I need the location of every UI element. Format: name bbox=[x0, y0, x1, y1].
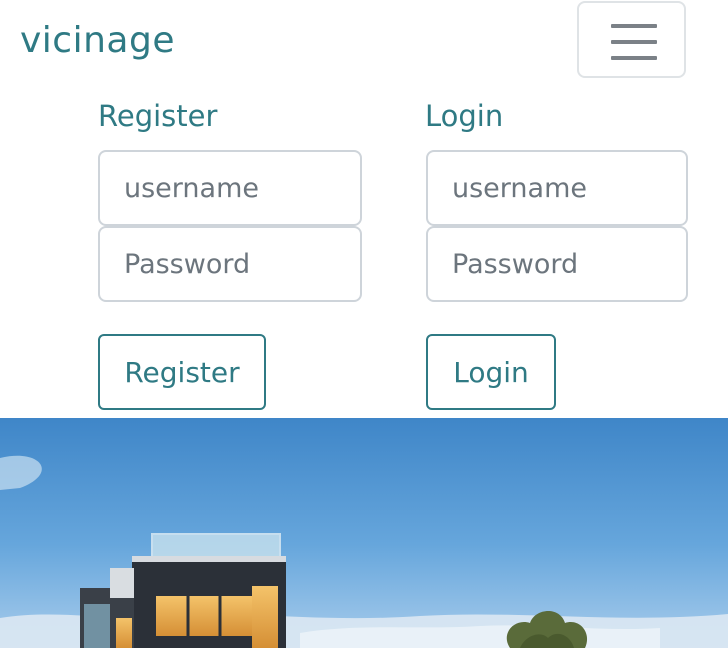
hamburger-menu-icon-middle bbox=[611, 40, 657, 44]
login-username-input[interactable] bbox=[426, 150, 688, 226]
register-button[interactable]: Register bbox=[98, 334, 266, 410]
register-username-input[interactable] bbox=[98, 150, 362, 226]
hamburger-menu-icon-bottom bbox=[611, 56, 657, 60]
register-password-input[interactable] bbox=[98, 226, 362, 302]
register-title: Register bbox=[98, 99, 218, 133]
login-title: Login bbox=[425, 99, 504, 133]
house-photo bbox=[0, 418, 728, 648]
hamburger-menu-icon bbox=[611, 24, 657, 28]
login-button[interactable]: Login bbox=[426, 334, 556, 410]
hero-house-photo bbox=[0, 418, 728, 648]
navbar: vicinage bbox=[0, 0, 728, 88]
brand-logo[interactable]: vicinage bbox=[20, 17, 175, 65]
navbar-toggle-button[interactable] bbox=[577, 1, 686, 78]
login-password-input[interactable] bbox=[426, 226, 688, 302]
